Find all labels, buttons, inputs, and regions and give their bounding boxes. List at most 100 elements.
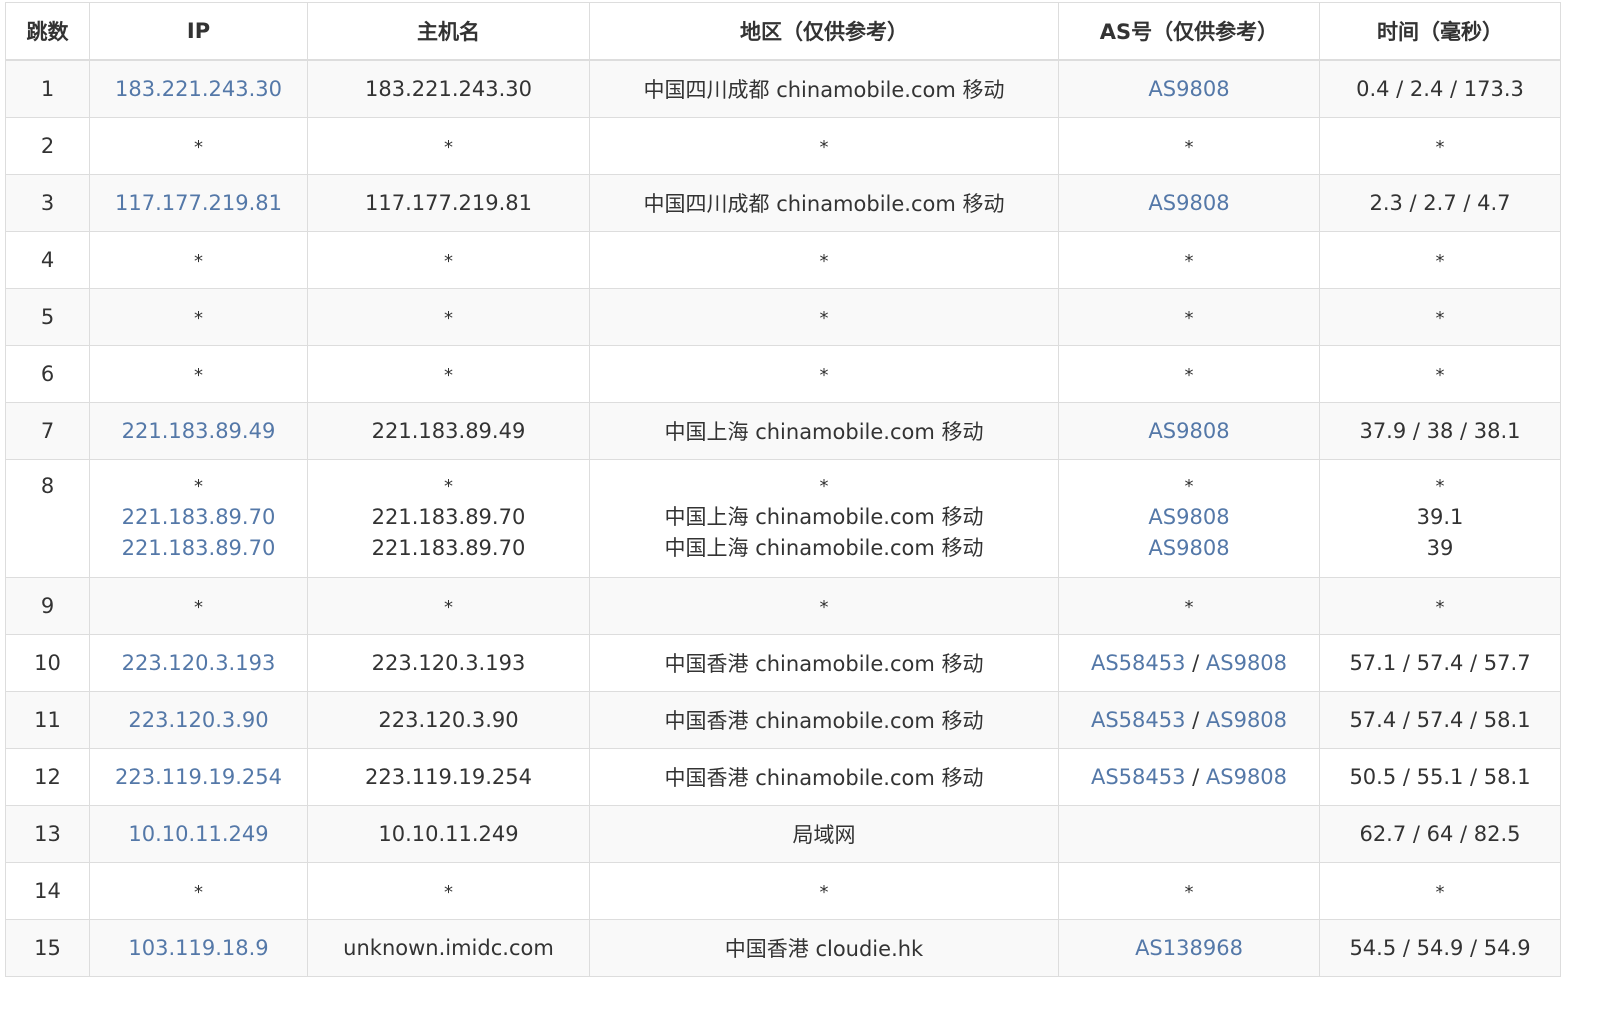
region-cell: * [589,230,1059,289]
hop-number: 10 [34,650,61,675]
ip-cell: * [89,287,308,346]
table-row: 1 183.221.243.30 183.221.243.30 中国四川成都 chin… [5,59,1561,118]
hop-number: 11 [34,707,61,732]
time-cell: 54.5 / 54.9 / 54.9 [1319,918,1561,977]
ip-link[interactable]: 223.120.3.90 [128,708,268,732]
time-cell: * [1319,116,1561,175]
hostname-cell: 221.183.89.49 [307,401,590,460]
hop-cell: 5 [5,287,90,346]
ip-link[interactable]: 117.177.219.81 [115,191,282,215]
time-cell: 62.7 / 64 / 82.5 [1319,804,1561,863]
hop-cell: 9 [5,576,90,635]
ip-empty: * [194,307,203,329]
hop-number: 14 [34,878,61,903]
as-link[interactable]: AS9808 [1148,419,1229,443]
hop-number: 6 [40,361,55,386]
as-empty: * [1184,364,1194,386]
time-cell: * [1319,344,1561,403]
as-link[interactable]: AS58453 [1091,765,1186,789]
as-link[interactable]: AS9808 [1148,536,1229,560]
ip-link[interactable]: 223.120.3.193 [122,651,276,675]
time-cell: 57.1 / 57.4 / 57.7 [1319,633,1561,692]
hostname-text: 183.221.243.30 [365,76,532,101]
cell-line: 221.183.89.70 [314,533,583,564]
time-text: 39.1 [1416,504,1464,529]
time-text: 57.1 / 57.4 / 57.7 [1349,650,1531,675]
hostname-empty: * [444,136,453,158]
region-text: 中国四川成都 chinamobile.com 移动 [643,77,1005,102]
as-empty: * [1184,307,1194,329]
table-row: 7 221.183.89.49 221.183.89.49 中国上海 chinamob… [5,401,1561,460]
hop-number: 15 [34,935,61,960]
ip-cell: * 221.183.89.70 221.183.89.70 [89,458,308,578]
hostname-cell: * [307,344,590,403]
time-cell: 50.5 / 55.1 / 58.1 [1319,747,1561,806]
region-cell: * [589,116,1059,175]
ip-link[interactable]: 221.183.89.49 [122,419,276,443]
region-cell: * [589,287,1059,346]
hostname-cell: * [307,861,590,920]
as-cell: * [1058,344,1320,403]
region-cell: 中国香港 chinamobile.com 移动 [589,747,1059,806]
ip-cell: 103.119.18.9 [89,918,308,977]
cell-line: 39 [1326,533,1554,564]
region-text: 中国上海 chinamobile.com 移动 [664,504,984,529]
traceroute-table-container: 跳数 IP 主机名 地区（仅供参考） AS号（仅供参考） 时间（毫秒） 1 183… [5,2,1561,977]
region-cell: 中国香港 cloudie.hk [589,918,1059,977]
time-text: 37.9 / 38 / 38.1 [1359,418,1521,443]
ip-cell: * [89,116,308,175]
as-link[interactable]: AS9808 [1206,651,1287,675]
as-empty: * [1184,475,1194,497]
table-row: 12 223.119.19.254 223.119.19.254 中国香港 china… [5,747,1561,806]
region-cell: 中国香港 chinamobile.com 移动 [589,690,1059,749]
as-link[interactable]: AS9808 [1206,765,1287,789]
cell-line: * [96,470,301,502]
as-link[interactable]: AS9808 [1148,191,1229,215]
hostname-cell: 10.10.11.249 [307,804,590,863]
as-separator: / [1185,764,1206,789]
region-cell: 中国上海 chinamobile.com 移动 [589,401,1059,460]
hostname-cell: unknown.imidc.com [307,918,590,977]
hop-number: 13 [34,821,61,846]
table-row: 14 * * * * * [5,861,1561,920]
hop-number: 12 [34,764,61,789]
ip-link[interactable]: 10.10.11.249 [128,822,268,846]
time-cell: * [1319,287,1561,346]
region-cell: * [589,861,1059,920]
time-empty: * [1435,596,1445,618]
ip-link[interactable]: 223.119.19.254 [115,765,282,789]
ip-cell: 10.10.11.249 [89,804,308,863]
cell-line: AS9808 [1065,502,1313,533]
as-link[interactable]: AS58453 [1091,708,1186,732]
ip-link[interactable]: 183.221.243.30 [115,77,282,101]
as-link[interactable]: AS9808 [1206,708,1287,732]
ip-cell: * [89,576,308,635]
hop-number: 9 [40,593,55,618]
hop-cell: 4 [5,230,90,289]
hostname-empty: * [444,364,453,386]
hop-number: 3 [40,190,55,215]
table-row: 10 223.120.3.193 223.120.3.193 中国香港 chinamo… [5,633,1561,692]
hostname-empty: * [444,475,453,497]
hop-cell: 12 [5,747,90,806]
region-cell: * [589,344,1059,403]
as-link[interactable]: AS9808 [1148,505,1229,529]
ip-link[interactable]: 221.183.89.70 [122,505,276,529]
as-cell: AS9808 [1058,59,1320,118]
header-ip: IP [89,2,308,61]
region-text: 中国香港 chinamobile.com 移动 [664,765,984,790]
table-row: 2 * * * * * [5,116,1561,175]
ip-cell: 223.119.19.254 [89,747,308,806]
time-text: 2.3 / 2.7 / 4.7 [1369,190,1511,215]
ip-link[interactable]: 221.183.89.70 [122,536,276,560]
ip-link[interactable]: 103.119.18.9 [128,936,268,960]
hop-cell: 10 [5,633,90,692]
region-cell: 局域网 [589,804,1059,863]
hostname-cell: * [307,287,590,346]
ip-cell: 223.120.3.90 [89,690,308,749]
hostname-cell: 117.177.219.81 [307,173,590,232]
table-row: 8 * 221.183.89.70 221.183.89.70 * 221.183.89.… [5,458,1561,578]
as-link[interactable]: AS138968 [1135,936,1243,960]
as-link[interactable]: AS58453 [1091,651,1186,675]
as-link[interactable]: AS9808 [1148,77,1229,101]
